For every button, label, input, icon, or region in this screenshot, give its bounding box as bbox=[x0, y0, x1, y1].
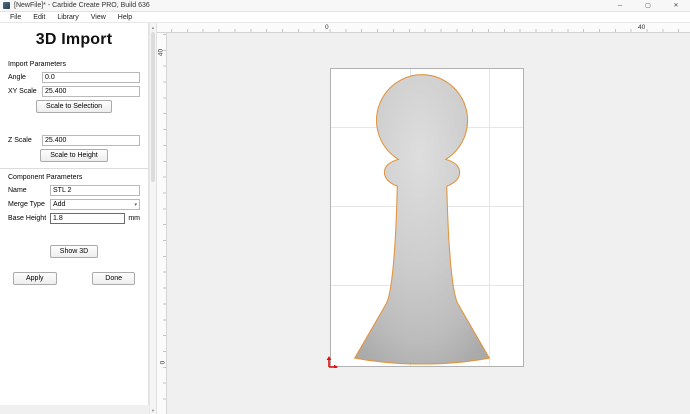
menu-help[interactable]: Help bbox=[112, 12, 138, 22]
stock-rectangle[interactable] bbox=[330, 68, 524, 367]
ruler-h-zero: 0 bbox=[325, 24, 329, 31]
done-button[interactable]: Done bbox=[92, 272, 135, 285]
pawn-model-preview[interactable] bbox=[331, 69, 523, 366]
import-parameters-label: Import Parameters bbox=[8, 61, 66, 68]
app-window: [NewFile]* - Carbide Create PRO, Build 6… bbox=[0, 0, 690, 414]
xy-scale-label: XY Scale bbox=[8, 88, 37, 95]
menu-bar: File Edit Library View Help bbox=[0, 12, 690, 23]
name-input[interactable] bbox=[50, 185, 140, 196]
base-height-label: Base Height bbox=[8, 215, 47, 222]
app-icon bbox=[3, 2, 10, 9]
z-scale-input[interactable] bbox=[42, 135, 140, 146]
menu-library[interactable]: Library bbox=[51, 12, 84, 22]
window-controls: ─ ▢ ✕ bbox=[606, 0, 690, 11]
section-divider bbox=[0, 168, 148, 169]
show-3d-button[interactable]: Show 3D bbox=[49, 245, 99, 258]
base-height-unit: mm bbox=[128, 215, 140, 222]
ruler-horizontal: 0 40 bbox=[157, 23, 690, 33]
name-label: Name bbox=[8, 187, 27, 194]
base-height-input[interactable] bbox=[50, 213, 126, 224]
page-title: 3D Import bbox=[35, 31, 113, 48]
ruler-v-zero: 0 bbox=[159, 360, 167, 365]
menu-view[interactable]: View bbox=[85, 12, 112, 22]
window-title: [NewFile]* - Carbide Create PRO, Build 6… bbox=[14, 2, 150, 9]
scale-to-selection-button[interactable]: Scale to Selection bbox=[35, 100, 113, 113]
xy-scale-row: XY Scale bbox=[8, 86, 140, 97]
pawn-silhouette[interactable] bbox=[353, 74, 491, 365]
base-height-row: Base Height mm bbox=[8, 213, 140, 224]
chevron-down-icon: ▾ bbox=[134, 201, 137, 208]
scroll-up-icon[interactable]: ▲ bbox=[150, 23, 156, 31]
ruler-vertical: 40 0 bbox=[157, 33, 167, 414]
ruler-v-forty: 40 bbox=[157, 48, 165, 57]
panel-scrollbar[interactable]: ▲ ▼ bbox=[149, 23, 157, 414]
angle-label: Angle bbox=[8, 74, 26, 81]
merge-type-value: Add bbox=[53, 201, 66, 208]
component-parameters-label: Component Parameters bbox=[8, 174, 83, 181]
angle-input[interactable] bbox=[42, 72, 140, 83]
menu-edit[interactable]: Edit bbox=[27, 12, 51, 22]
scrollbar-thumb[interactable] bbox=[151, 32, 155, 182]
title-bar: [NewFile]* - Carbide Create PRO, Build 6… bbox=[0, 0, 690, 12]
action-buttons: Apply Done bbox=[0, 272, 148, 285]
xy-scale-input[interactable] bbox=[42, 86, 140, 97]
close-icon[interactable]: ✕ bbox=[662, 0, 690, 11]
design-canvas[interactable]: 0 40 40 0 bbox=[157, 23, 690, 414]
scroll-down-icon[interactable]: ▼ bbox=[150, 406, 156, 414]
scale-to-height-button[interactable]: Scale to Height bbox=[40, 149, 108, 162]
maximize-icon[interactable]: ▢ bbox=[634, 0, 662, 11]
z-scale-row: Z Scale bbox=[8, 135, 140, 146]
minimize-icon[interactable]: ─ bbox=[606, 0, 634, 11]
name-row: Name bbox=[8, 185, 140, 196]
panel-inner: 3D Import Import Parameters Angle XY Sca… bbox=[0, 23, 149, 405]
merge-type-select[interactable]: Add ▾ bbox=[50, 199, 140, 210]
menu-file[interactable]: File bbox=[4, 12, 27, 22]
angle-row: Angle bbox=[8, 72, 140, 83]
merge-type-row: Merge Type Add ▾ bbox=[8, 199, 140, 210]
origin-marker-icon[interactable] bbox=[326, 356, 338, 368]
merge-type-label: Merge Type bbox=[8, 201, 45, 208]
ruler-h-forty: 40 bbox=[638, 24, 646, 31]
z-scale-label: Z Scale bbox=[8, 137, 32, 144]
left-panel: 3D Import Import Parameters Angle XY Sca… bbox=[0, 23, 149, 414]
apply-button[interactable]: Apply bbox=[13, 272, 57, 285]
